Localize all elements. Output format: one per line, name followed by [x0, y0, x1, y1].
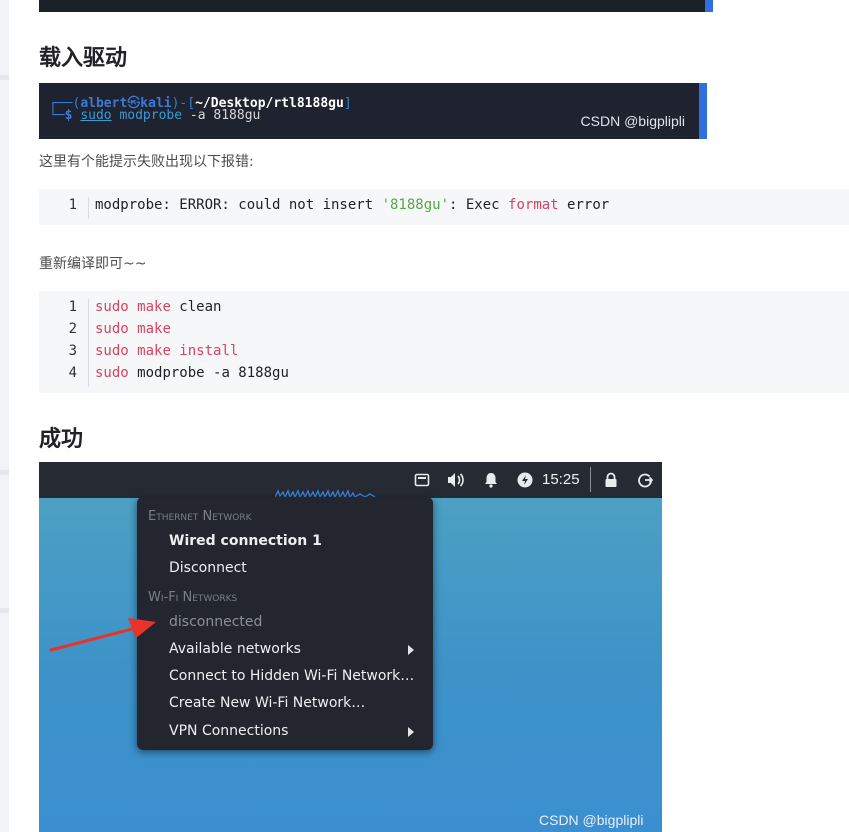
- code-text: modprobe: ERROR: could not insert '8188g…: [95, 197, 610, 213]
- recompile-text: 重新编译即可~~: [39, 256, 147, 272]
- terminal-watermark: CSDN @bigplipli: [580, 113, 685, 129]
- left-rail: [0, 0, 9, 832]
- lock-icon[interactable]: [598, 462, 624, 498]
- vpn-connections-item[interactable]: VPN Connections: [169, 723, 424, 739]
- network-icon[interactable]: [409, 462, 435, 498]
- heading-success: 成功: [39, 426, 84, 452]
- create-wifi-network-item[interactable]: Create New Wi-Fi Network…: [169, 695, 365, 711]
- bell-icon[interactable]: [478, 462, 504, 498]
- submenu-arrow-icon: [408, 727, 414, 737]
- terminal-line-2: └─$ sudo modprobe -a 8188gu: [49, 108, 261, 123]
- error-code-block: 1 modprobe: ERROR: could not insert '818…: [39, 189, 849, 225]
- red-arrow-annotation: [49, 618, 156, 652]
- wifi-section-header: Wi-Fi Networks: [148, 590, 238, 605]
- ethernet-section-header: Ethernet Network: [148, 509, 252, 524]
- code-line: 4 sudo modprobe -a 8188gu: [68, 365, 289, 381]
- panel-divider: [590, 467, 591, 492]
- available-networks-item[interactable]: Available networks: [169, 641, 424, 657]
- code-line: 3 sudo make install: [68, 343, 239, 359]
- network-menu: Ethernet Network Wired connection 1 Disc…: [137, 497, 433, 750]
- previous-image-bottom: [39, 0, 713, 12]
- build-code-block: 1 sudo make clean 2 sudo make 3 sudo make i…: [39, 291, 849, 393]
- screenshot-watermark: CSDN @bigplipli: [539, 812, 644, 828]
- line-number: 1: [68, 197, 77, 213]
- terminal-screenshot: ┌──(albert㉿kali)-[~/Desktop/rtl8188gu] └…: [39, 83, 707, 139]
- wifi-status-disconnected: disconnected: [169, 614, 263, 630]
- error-intro-text: 这里有个能提示失败出现以下报错:: [39, 154, 254, 170]
- code-line: 1 modprobe: ERROR: could not insert '818…: [39, 197, 849, 219]
- submenu-arrow-icon: [408, 645, 414, 655]
- volume-icon[interactable]: [443, 462, 469, 498]
- code-line: 1 sudo make clean: [68, 299, 222, 315]
- code-line: 2 sudo make: [68, 321, 171, 337]
- connect-hidden-network-item[interactable]: Connect to Hidden Wi-Fi Network…: [169, 668, 414, 684]
- disconnect-item[interactable]: Disconnect: [169, 560, 247, 576]
- wired-connection-item[interactable]: Wired connection 1: [169, 533, 322, 549]
- clock[interactable]: 15:25: [542, 471, 580, 488]
- power-icon[interactable]: [512, 462, 538, 498]
- logout-icon[interactable]: [632, 462, 658, 498]
- heading-load-driver: 载入驱动: [39, 45, 128, 71]
